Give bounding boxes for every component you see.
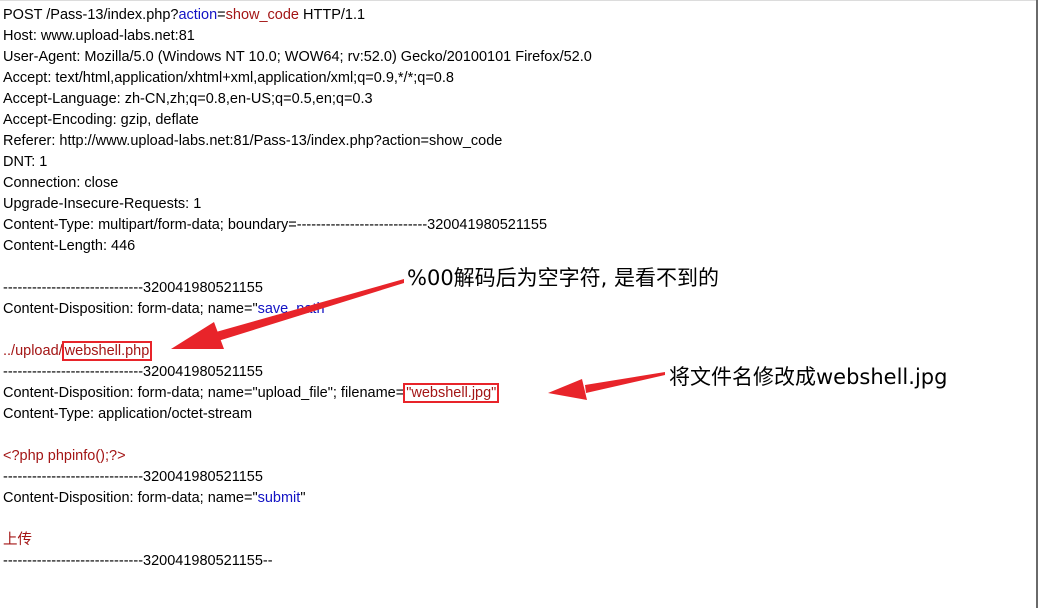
arrow-to-webshell-php (171, 279, 404, 349)
annotation-arrows (171, 279, 665, 400)
arrow-to-filename (548, 372, 665, 400)
